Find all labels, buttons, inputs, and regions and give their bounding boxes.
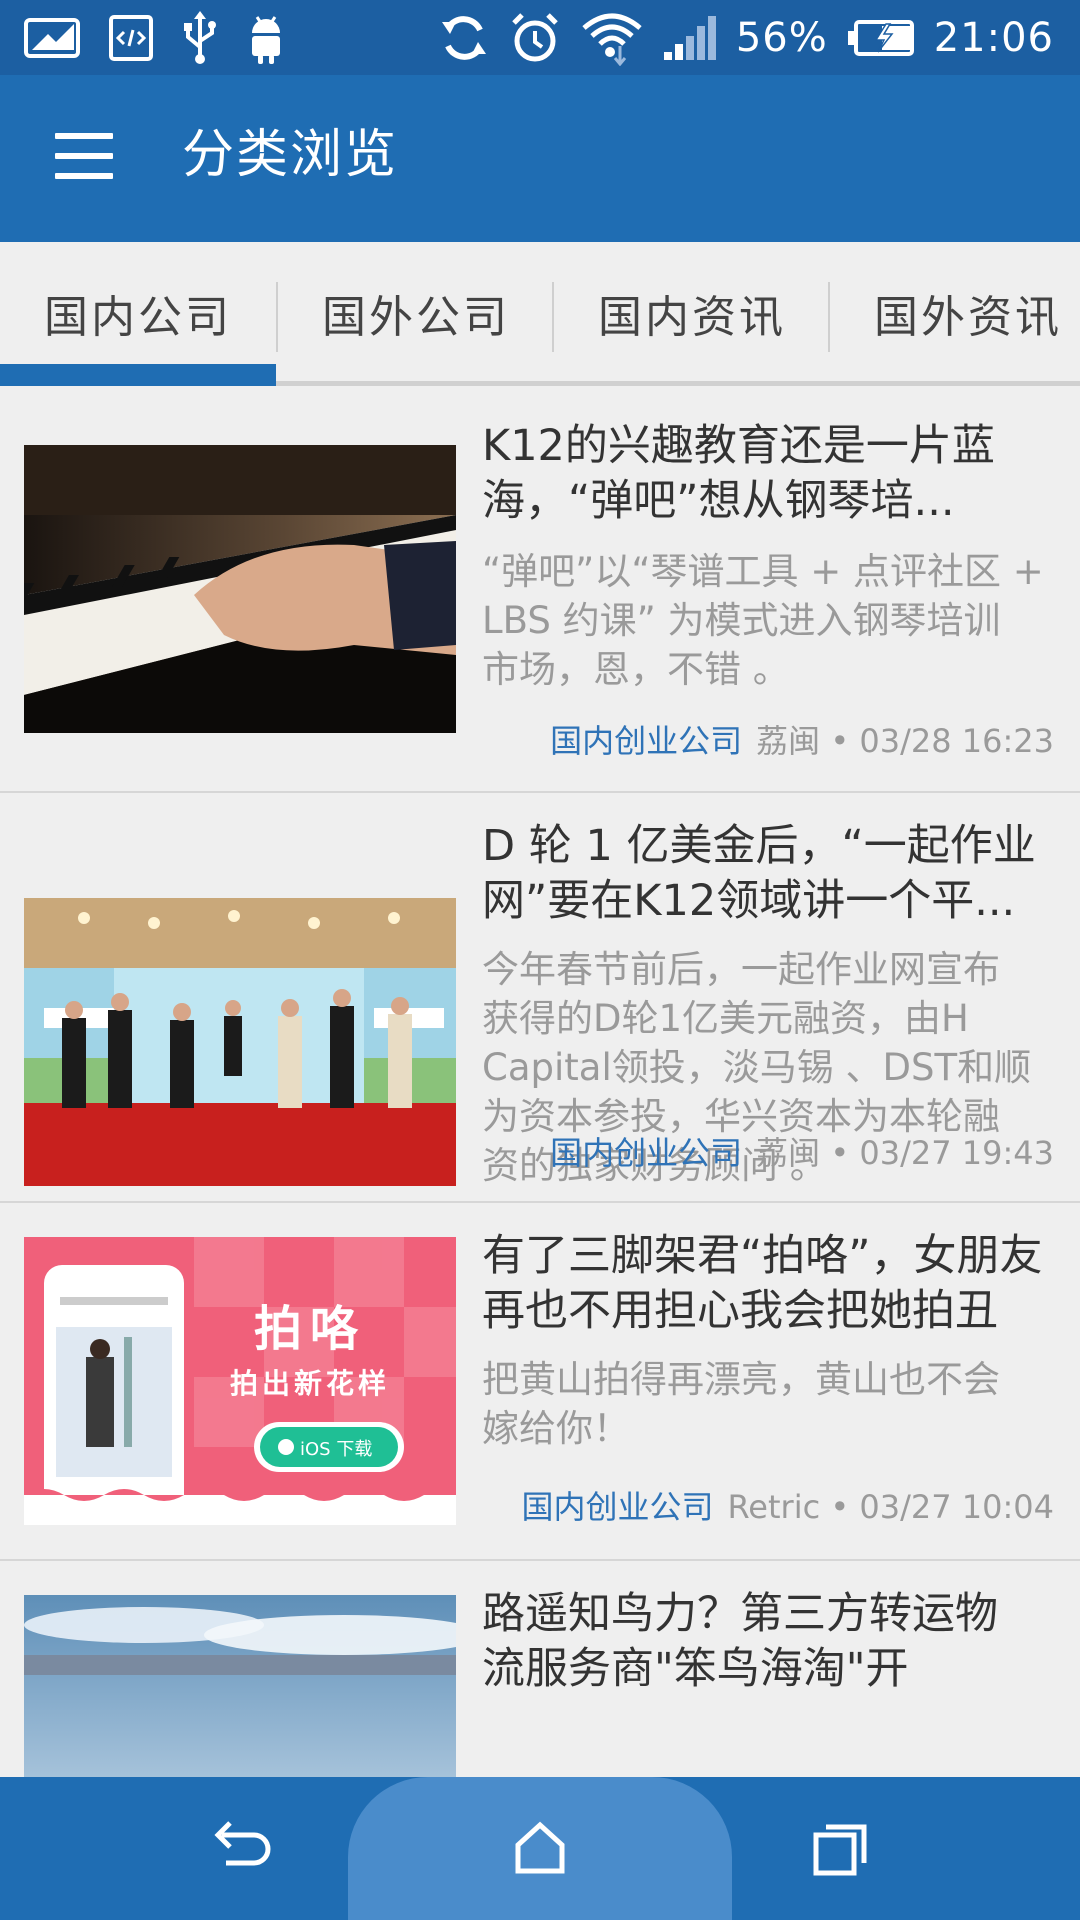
summary-line: “弹吧”以“琴谱工具 + 点评社区 + <box>482 550 1044 593</box>
article-title-line: 路遥知鸟力？第三方转运物 <box>482 1589 998 1639</box>
signal-icon <box>662 14 718 62</box>
battery-percent: 56% <box>735 14 828 61</box>
selected-tab-indicator <box>0 364 276 386</box>
author-time: 荔闽 • 03/27 19:43 <box>756 1134 1054 1172</box>
article-title[interactable]: D 轮 1 亿美金后，“一起作业 网”要在K12领域讲一个平... <box>482 819 1057 929</box>
summary-line: 为资本参投，华兴资本为本轮融 <box>482 1095 1000 1138</box>
alarm-icon <box>508 11 562 65</box>
tab-foreign-news[interactable]: 国外资讯 <box>830 242 1080 384</box>
wifi-icon <box>580 10 644 66</box>
article-summary: “弹吧”以“琴谱工具 + 点评社区 + LBS 约课” 为模式进入钢琴培训 市场… <box>482 547 1057 694</box>
sky-photo <box>24 1595 456 1777</box>
battery-charging-icon <box>846 18 916 58</box>
summary-line: 今年春节前后，一起作业网宣布 <box>482 948 1000 991</box>
android-icon <box>246 11 286 65</box>
promo-download-button: iOS 下载 <box>300 1439 373 1460</box>
article-title-line: 海，“弹吧”想从钢琴培... <box>482 476 955 526</box>
article-title-line: 网”要在K12领域讲一个平... <box>482 876 1016 926</box>
category-tabs: 国内公司 国外公司 国内资讯 国外资讯 <box>0 242 1080 387</box>
tab-domestic-news[interactable]: 国内资讯 <box>554 242 830 384</box>
article-summary: 把黄山拍得再漂亮，黄山也不会 嫁给你！ <box>482 1355 1057 1453</box>
article-title[interactable]: 路遥知鸟力？第三方转运物 流服务商"笨鸟海淘"开 <box>482 1587 1057 1697</box>
summary-line: 获得的D轮1亿美元融资，由H <box>482 997 969 1040</box>
home-icon[interactable] <box>504 1813 576 1885</box>
clock: 21:06 <box>933 14 1054 61</box>
sync-icon <box>438 12 490 64</box>
article-title[interactable]: 有了三脚架君“拍咯”，女朋友 再也不用担心我会把她拍丑 <box>482 1229 1057 1339</box>
page-title: 分类浏览 <box>182 125 399 185</box>
piano-photo <box>24 445 456 733</box>
article-title-line: D 轮 1 亿美金后，“一起作业 <box>482 821 1036 871</box>
article-meta: 国内创业公司 荔闽 • 03/28 16:23 <box>550 721 1054 761</box>
tab-foreign-companies[interactable]: 国外公司 <box>278 242 554 384</box>
back-icon[interactable] <box>204 1813 276 1885</box>
article-title-line: 流服务商"笨鸟海淘"开 <box>482 1644 909 1694</box>
usb-icon <box>180 10 220 65</box>
category-link[interactable]: 国内创业公司 <box>550 722 742 760</box>
article-title-line: 有了三脚架君“拍咯”，女朋友 <box>482 1231 1043 1281</box>
tab-domestic-companies[interactable]: 国内公司 <box>0 242 276 384</box>
summary-line: Capital领投，淡马锡 、DST和顺 <box>482 1046 1032 1089</box>
promo-title: 拍咯 <box>254 1301 367 1357</box>
summary-line: LBS 约课” 为模式进入钢琴培训 <box>482 599 1001 642</box>
author-time: Retric • 03/27 10:04 <box>727 1488 1055 1526</box>
navigation-bar <box>0 1777 1080 1920</box>
article-title[interactable]: K12的兴趣教育还是一片蓝 海，“弹吧”想从钢琴培... <box>482 419 1057 529</box>
code-icon <box>108 14 154 62</box>
article-list: K12的兴趣教育还是一片蓝 海，“弹吧”想从钢琴培... “弹吧”以“琴谱工具 … <box>0 387 1080 1777</box>
article-title-line: K12的兴趣教育还是一片蓝 <box>482 421 995 471</box>
article-meta: 国内创业公司 荔闽 • 03/27 19:43 <box>550 1133 1054 1173</box>
menu-icon[interactable] <box>55 133 113 181</box>
status-right-icons: 56% 21:06 <box>438 0 1054 75</box>
list-item[interactable]: 路遥知鸟力？第三方转运物 流服务商"笨鸟海淘"开 <box>0 1561 1080 1777</box>
app-bar: 分类浏览 <box>0 75 1080 242</box>
summary-line: 把黄山拍得再漂亮，黄山也不会 <box>482 1358 1000 1401</box>
list-item[interactable]: K12的兴趣教育还是一片蓝 海，“弹吧”想从钢琴培... “弹吧”以“琴谱工具 … <box>0 387 1080 793</box>
status-bar: 56% 21:06 <box>0 0 1080 75</box>
article-title-line: 再也不用担心我会把她拍丑 <box>482 1286 998 1336</box>
list-item[interactable]: 拍咯 拍出新花样 iOS 下载 有了三脚架君“拍咯”，女朋友 再也不用担心我会把… <box>0 1203 1080 1561</box>
summary-line: 市场，恩，不错 。 <box>482 648 790 691</box>
stage-event-photo <box>24 898 456 1186</box>
promo-subtitle: 拍出新花样 <box>230 1367 391 1400</box>
app-promo-image: 拍咯 拍出新花样 iOS 下载 <box>24 1237 456 1525</box>
recents-icon[interactable] <box>804 1813 876 1885</box>
image-icon <box>22 16 82 60</box>
status-left-icons <box>22 0 286 75</box>
author-time: 荔闽 • 03/28 16:23 <box>756 722 1054 760</box>
list-item[interactable]: D 轮 1 亿美金后，“一起作业 网”要在K12领域讲一个平... 今年春节前后… <box>0 793 1080 1203</box>
category-link[interactable]: 国内创业公司 <box>550 1134 742 1172</box>
summary-line: 嫁给你！ <box>482 1407 630 1450</box>
article-meta: 国内创业公司 Retric • 03/27 10:04 <box>521 1487 1054 1527</box>
category-link[interactable]: 国内创业公司 <box>521 1488 713 1526</box>
